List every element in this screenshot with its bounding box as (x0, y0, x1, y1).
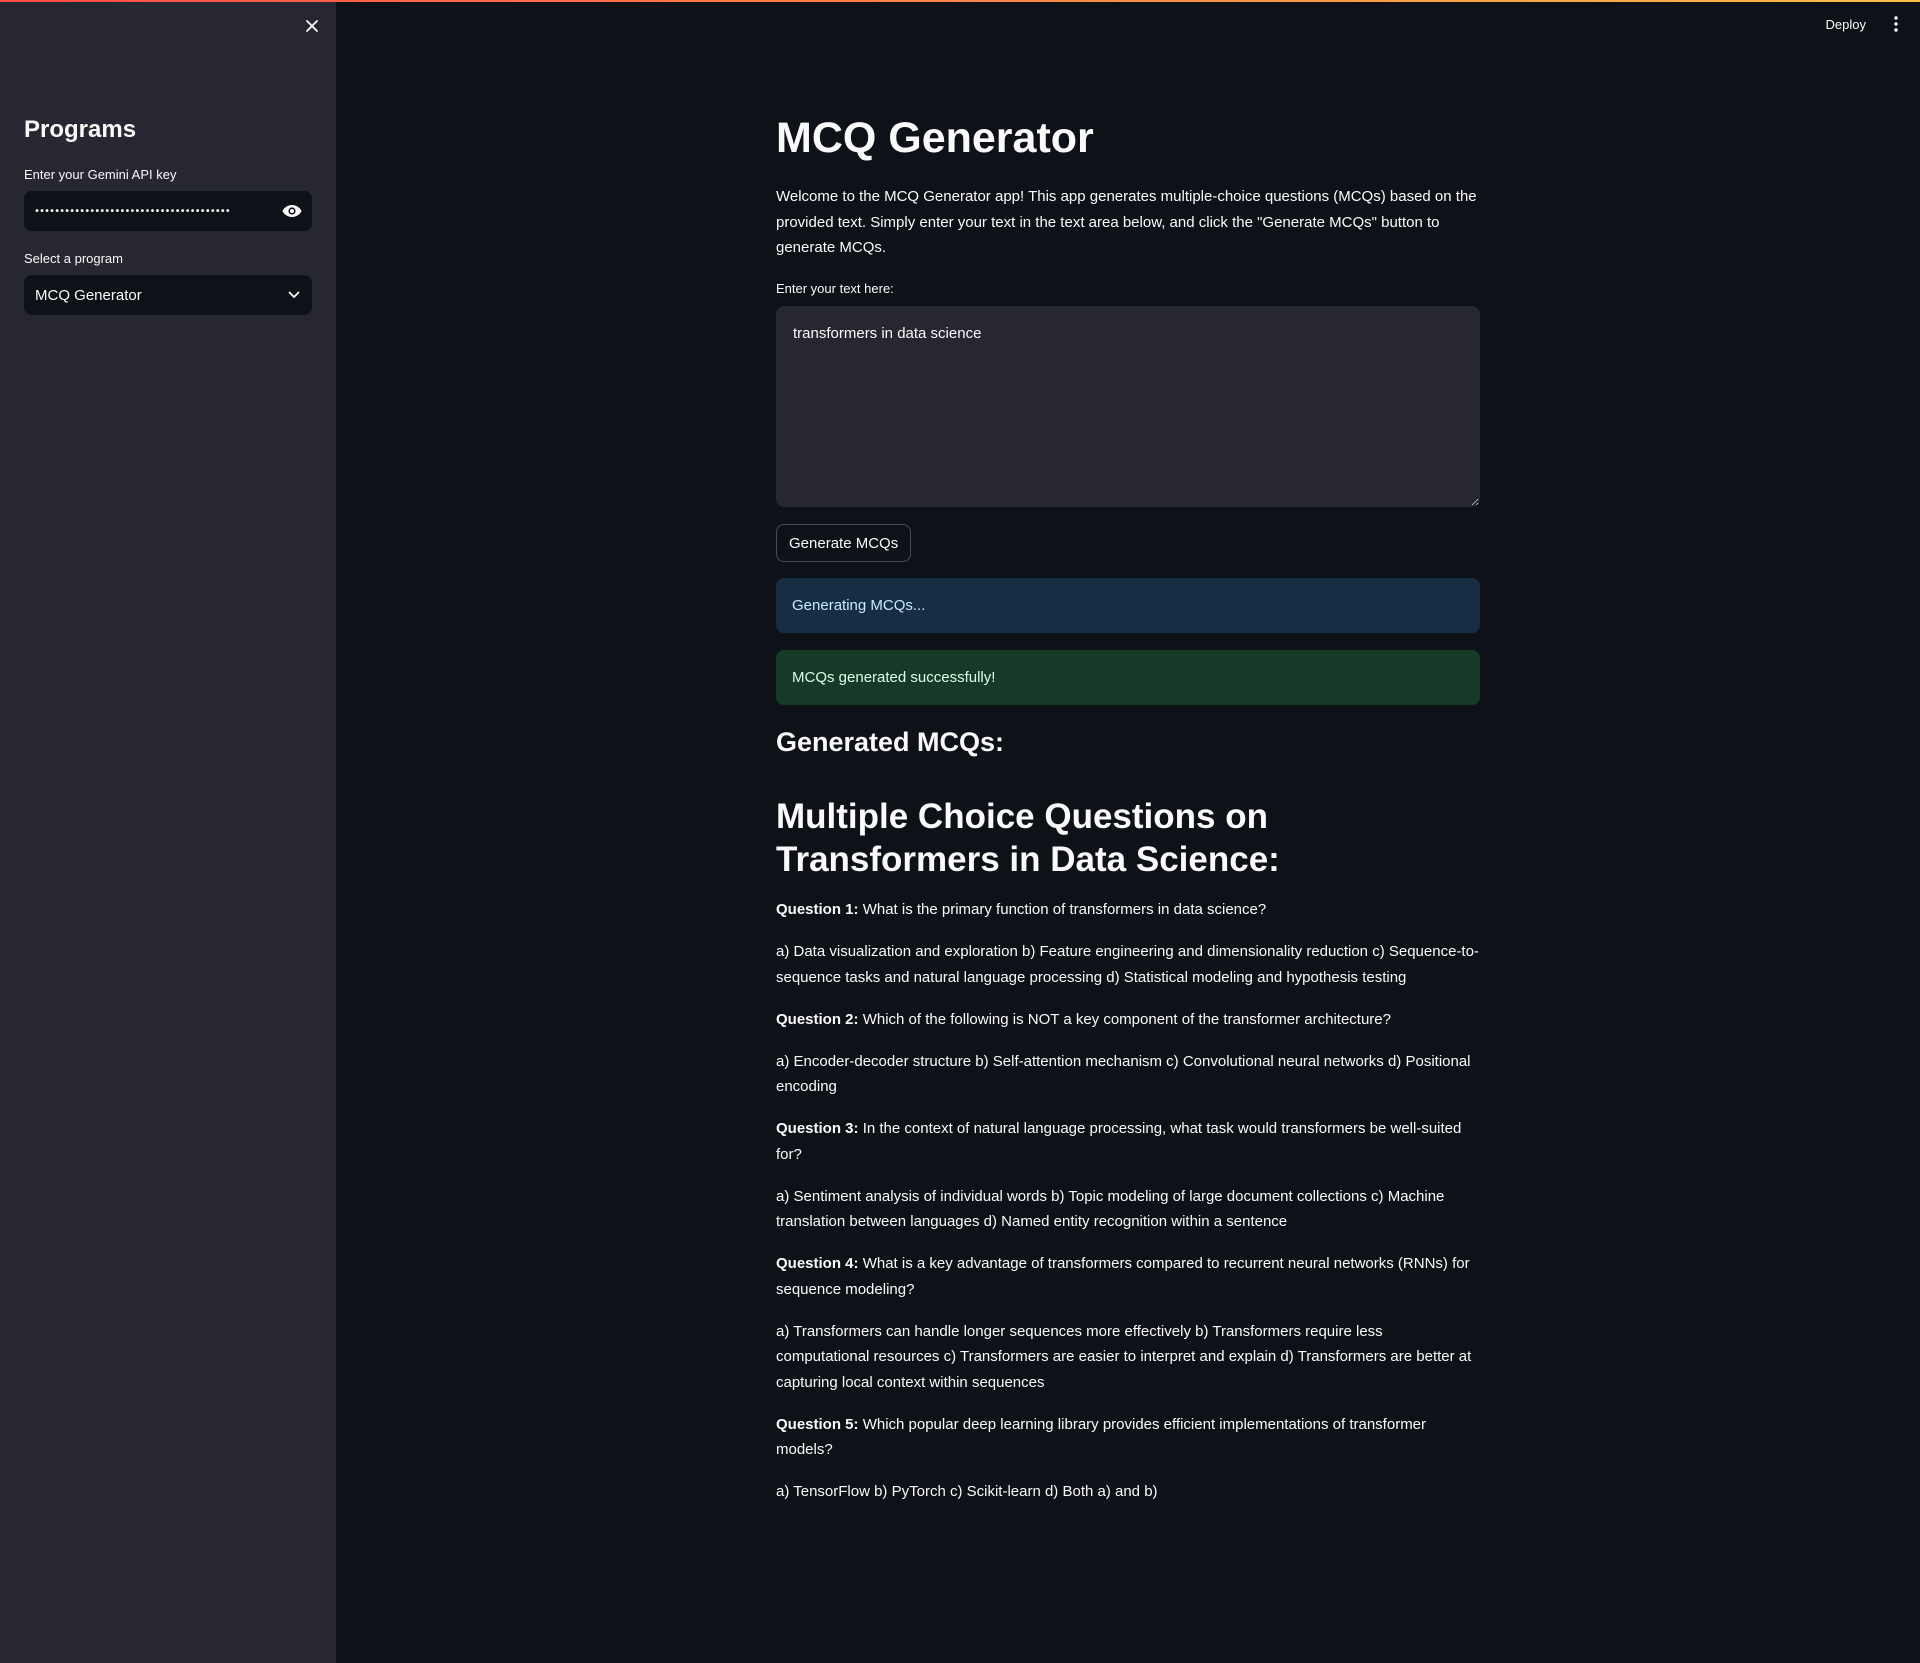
deploy-button[interactable]: Deploy (1820, 13, 1872, 36)
top-decoration-bar (0, 0, 1920, 2)
app-header: Deploy (1820, 12, 1906, 36)
question-5: Question 5: Which popular deep learning … (776, 1412, 1480, 1463)
info-alert: Generating MCQs... (776, 578, 1480, 633)
question-label: Question 2: (776, 1010, 859, 1028)
question-label: Question 1: (776, 901, 859, 918)
generate-mcqs-button[interactable]: Generate MCQs (776, 524, 912, 562)
intro-text: Welcome to the MCQ Generator app! This a… (776, 188, 1477, 256)
api-key-label: Enter your Gemini API key (24, 167, 177, 182)
text-input-label: Enter your text here: (776, 281, 894, 296)
question-2-options: a) Encoder-decoder structure b) Self-att… (776, 1052, 1471, 1096)
question-4-options: a) Transformers can handle longer sequen… (776, 1322, 1472, 1391)
question-5-options: a) TensorFlow b) PyTorch c) Scikit-learn… (776, 1483, 1158, 1500)
program-select[interactable]: MCQ Generator (24, 275, 312, 315)
question-text: Which of the following is NOT a key comp… (862, 1010, 1391, 1028)
api-key-field (24, 191, 312, 231)
question-1: Question 1: What is the primary function… (776, 897, 1480, 923)
results-header: Generated MCQs: (776, 727, 1005, 757)
api-key-input[interactable] (24, 191, 272, 231)
mcq-list: Question 1: What is the primary function… (776, 897, 1480, 1521)
question-4: Question 4: What is a key advantage of t… (776, 1251, 1480, 1302)
close-sidebar-button[interactable] (300, 14, 324, 38)
success-alert: MCQs generated successfully! (776, 650, 1480, 705)
show-password-button[interactable] (272, 191, 312, 231)
mcq-title: Multiple Choice Questions on Transformer… (776, 797, 1280, 879)
question-label: Question 4: (776, 1255, 859, 1272)
more-vertical-icon (1894, 16, 1898, 32)
question-text: What is the primary function of transfor… (862, 901, 1267, 918)
text-input[interactable]: transformers in data science (776, 306, 1480, 507)
info-alert-text: Generating MCQs... (792, 597, 926, 614)
question-label: Question 3: (776, 1120, 859, 1137)
program-select-label: Select a program (24, 251, 123, 266)
question-3: Question 3: In the context of natural la… (776, 1116, 1480, 1167)
success-alert-text: MCQs generated successfully! (792, 669, 996, 686)
program-select-value: MCQ Generator (35, 286, 142, 304)
sidebar: Programs Enter your Gemini API key Selec… (0, 0, 336, 1663)
chevron-down-icon (288, 291, 300, 298)
question-text: In the context of natural language proce… (776, 1120, 1462, 1163)
page-title: MCQ Generator (776, 114, 1094, 162)
question-1-options: a) Data visualization and exploration b)… (776, 943, 1479, 986)
main-menu-button[interactable] (1886, 12, 1906, 36)
question-3-options: a) Sentiment analysis of individual word… (776, 1187, 1445, 1231)
close-icon (306, 20, 318, 32)
question-text: Which popular deep learning library prov… (776, 1415, 1427, 1459)
question-text: What is a key advantage of transformers … (776, 1255, 1470, 1298)
eye-icon (282, 205, 302, 217)
sidebar-title: Programs (24, 116, 137, 143)
question-label: Question 5: (776, 1415, 859, 1433)
question-2: Question 2: Which of the following is NO… (776, 1007, 1480, 1033)
